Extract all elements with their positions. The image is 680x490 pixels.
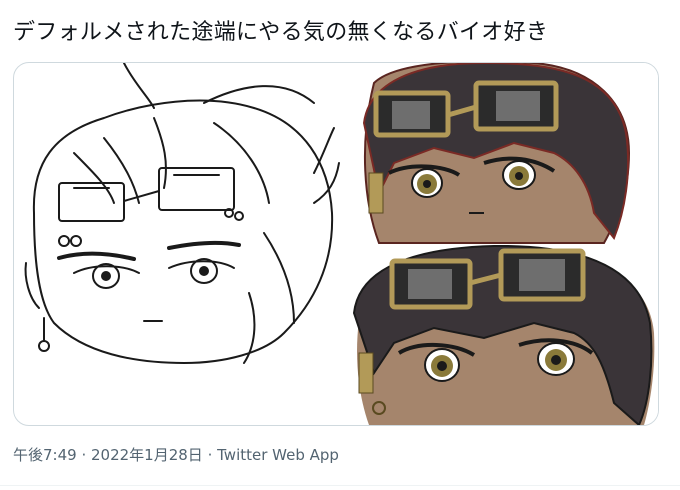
divider — [0, 485, 680, 486]
tweet-source-link[interactable]: Twitter Web App — [217, 446, 339, 464]
tweet-text: デフォルメされた途端にやる気の無くなるバイオ好き — [13, 20, 549, 45]
meta-separator: · — [202, 446, 218, 464]
media-image — [24, 63, 658, 425]
colored-drawing-top — [356, 63, 658, 244]
colored-drawing-bottom — [350, 244, 658, 425]
meta-separator: · — [76, 446, 91, 464]
media-card[interactable] — [13, 62, 659, 426]
tweet-time: 午後7:49 — [13, 446, 77, 464]
sketch-drawing — [24, 63, 340, 364]
tweet-metadata: 午後7:49 · 2022年1月28日 · Twitter Web App — [13, 444, 339, 465]
tweet-timestamp-link[interactable]: 午後7:49 · 2022年1月28日 — [13, 446, 203, 464]
tweet-date: 2022年1月28日 — [91, 446, 203, 464]
